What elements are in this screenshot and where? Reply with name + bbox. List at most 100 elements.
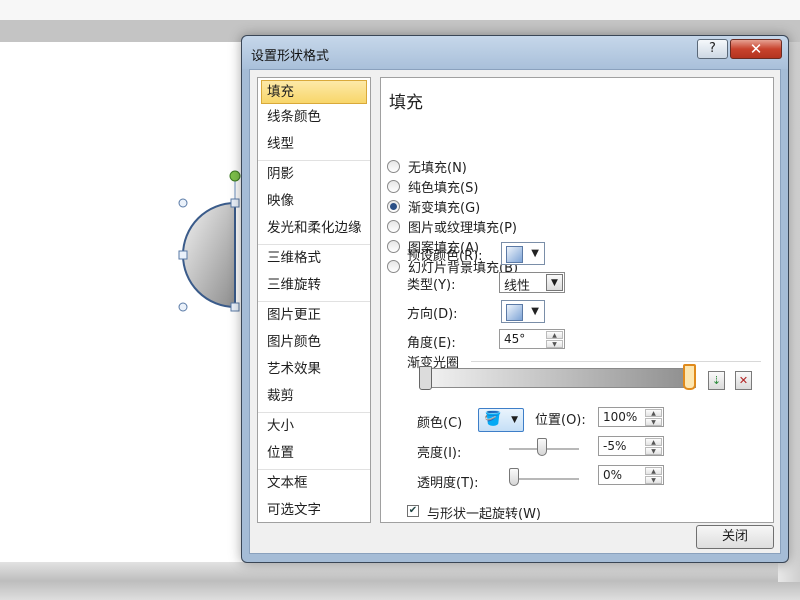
fill-option-label: 图片或纹理填充(P) [408, 220, 517, 236]
fill-option[interactable]: 图片或纹理填充(P) [387, 216, 517, 236]
transparency-value: 0% [603, 468, 623, 482]
fill-option[interactable]: 纯色填充(S) [387, 176, 478, 196]
position-value: 100% [603, 410, 638, 424]
section-title: 填充 [389, 93, 423, 113]
brightness-slider-thumb[interactable] [537, 438, 547, 456]
brightness-label: 亮度(I): [417, 446, 462, 461]
gradient-swatch-icon [506, 246, 523, 263]
nav-item[interactable]: 可选文字 [258, 497, 370, 524]
rotate-with-shape-label: 与形状一起旋转(W) [427, 507, 541, 522]
spin-down-icon[interactable]: ▼ [546, 340, 563, 348]
direction-dropdown[interactable]: ▼ [501, 300, 545, 323]
fill-panel: 填充 无填充(N) 纯色填充(S) 渐变填充(G) 图片或纹理填充(P) 图案填充(A)… [380, 77, 774, 523]
direction-label: 方向(D): [407, 307, 458, 322]
resize-handle-top-left[interactable] [178, 198, 188, 208]
angle-spinner[interactable]: 45° ▲ ▼ [499, 329, 565, 349]
radio-button[interactable] [387, 199, 400, 213]
nav-item[interactable]: 三维格式 [258, 245, 370, 272]
spin-up-icon[interactable]: ▲ [645, 467, 662, 475]
fill-option-label: 渐变填充(G) [408, 200, 481, 216]
transparency-slider[interactable] [509, 478, 579, 481]
chevron-down-icon: ▼ [511, 415, 518, 425]
resize-handle-bottom[interactable] [230, 302, 240, 312]
transparency-slider-thumb[interactable] [509, 468, 519, 486]
nav-item[interactable]: 图片颜色 [258, 329, 370, 356]
dialog-body: 填充 线条颜色 线型 阴影 映像 发光和柔化边缘 三维格式 三维旋转 图片更正 图片颜色 艺术效果裁… [249, 69, 781, 554]
nav-item[interactable]: 大小 [258, 413, 370, 440]
type-value: 线性 [504, 279, 531, 294]
spin-up-icon[interactable]: ▲ [546, 331, 563, 339]
status-strip [0, 562, 800, 600]
position-spinner[interactable]: 100% ▲ ▼ [598, 407, 664, 427]
nav-group: 三维格式 三维旋转 [258, 245, 370, 302]
angle-label: 角度(E): [407, 336, 456, 351]
nav-item[interactable]: 线型 [258, 131, 370, 158]
color-label: 颜色(C) [417, 416, 463, 431]
rotate-handle[interactable] [229, 170, 241, 182]
section-divider [471, 361, 761, 362]
nav-item[interactable]: 图片更正 [258, 302, 370, 329]
transparency-spinner[interactable]: 0% ▲ ▼ [598, 465, 664, 485]
fill-option[interactable]: 渐变填充(G) [387, 196, 480, 216]
spin-up-icon[interactable]: ▲ [645, 409, 662, 417]
nav-group: 阴影 映像 发光和柔化边缘 [258, 161, 370, 245]
category-list: 填充 线条颜色 线型 阴影 映像 发光和柔化边缘 三维格式 三维旋转 图片更正 图片颜色 艺术效果裁… [257, 77, 371, 523]
add-stop-button[interactable]: ⇣ [708, 371, 725, 390]
nav-item[interactable]: 艺术效果 [258, 356, 370, 383]
nav-item[interactable]: 映像 [258, 188, 370, 215]
radio-button[interactable] [387, 219, 400, 233]
brightness-value: -5% [603, 439, 627, 453]
close-button[interactable]: 关闭 [696, 525, 774, 549]
selected-shape[interactable] [170, 165, 250, 315]
rotate-with-shape-checkbox[interactable]: ✔ [407, 505, 419, 517]
nav-item[interactable]: 阴影 [258, 161, 370, 188]
nav-item[interactable]: 填充 [261, 80, 367, 104]
gradient-stop-handle-selected[interactable] [683, 364, 696, 390]
spin-down-icon[interactable]: ▼ [645, 447, 662, 455]
resize-handle-left[interactable] [178, 250, 188, 260]
type-select[interactable]: 线性 ▼ [499, 272, 565, 294]
transparency-label: 透明度(T): [417, 476, 479, 491]
fill-option-label: 无填充(N) [408, 160, 467, 176]
radio-button[interactable] [387, 239, 400, 253]
brightness-spinner[interactable]: -5% ▲ ▼ [598, 436, 664, 456]
remove-stop-button[interactable]: ✕ [735, 371, 752, 390]
preset-colors-dropdown[interactable]: ▼ [501, 242, 545, 265]
resize-handle-bottom-left[interactable] [178, 302, 188, 312]
window-close-button[interactable]: ✕ [730, 39, 782, 59]
nav-item[interactable]: 文本框 [258, 470, 370, 497]
dialog-titlebar[interactable]: 设置形状格式 ? ✕ [242, 36, 788, 69]
half-circle-shape[interactable] [182, 201, 236, 309]
help-button[interactable]: ? [697, 39, 728, 59]
radio-button[interactable] [387, 159, 400, 173]
chevron-down-icon[interactable]: ▼ [546, 274, 563, 291]
window-top-strip [0, 0, 800, 20]
spin-down-icon[interactable]: ▼ [645, 418, 662, 426]
format-shape-dialog: 设置形状格式 ? ✕ 填充 线条颜色 线型 阴影 映像 发光和柔化边缘 三维格式 三维旋转 图片… [241, 35, 789, 563]
nav-group: 文本框 可选文字 [258, 470, 370, 526]
spin-down-icon[interactable]: ▼ [645, 476, 662, 484]
dialog-title: 设置形状格式 [251, 49, 330, 64]
nav-item[interactable]: 裁剪 [258, 383, 370, 410]
add-stop-icon: ⇣ [711, 374, 722, 387]
nav-group: 填充 线条颜色 线型 [258, 80, 370, 161]
radio-button[interactable] [387, 179, 400, 193]
nav-item[interactable]: 位置 [258, 440, 370, 467]
preset-label: 预设颜色(R): [407, 249, 483, 264]
radio-button[interactable] [387, 259, 400, 273]
fill-option[interactable]: 无填充(N) [387, 156, 467, 176]
chevron-down-icon: ▼ [531, 306, 539, 317]
nav-item[interactable]: 发光和柔化边缘 [258, 215, 370, 242]
angle-value: 45° [504, 332, 526, 346]
paint-bucket-icon: 🪣 [484, 411, 502, 427]
stop-color-button[interactable]: 🪣 ▼ [478, 408, 524, 432]
position-label: 位置(O): [535, 413, 586, 428]
chevron-down-icon: ▼ [531, 248, 539, 259]
nav-item[interactable]: 线条颜色 [258, 104, 370, 131]
gradient-stop-handle[interactable] [419, 366, 432, 390]
spin-up-icon[interactable]: ▲ [645, 438, 662, 446]
direction-swatch-icon [506, 304, 523, 321]
gradient-stops-bar[interactable] [424, 368, 696, 388]
nav-item[interactable]: 三维旋转 [258, 272, 370, 299]
resize-handle-top[interactable] [230, 198, 240, 208]
